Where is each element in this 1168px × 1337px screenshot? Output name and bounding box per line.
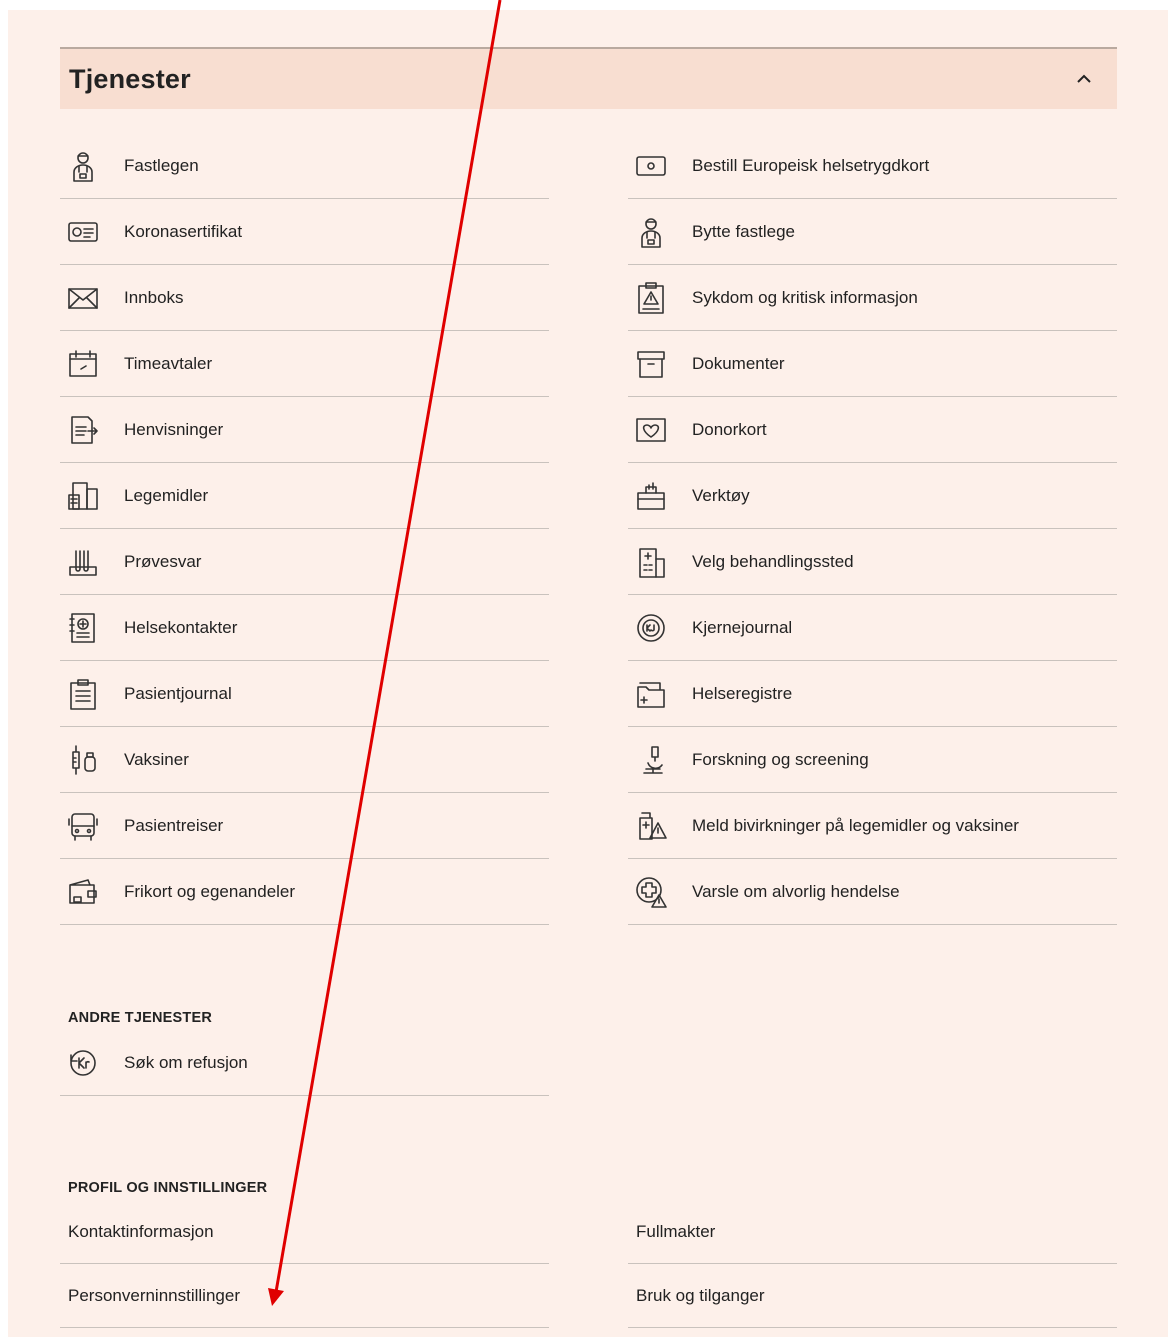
service-item[interactable]: Helseregistre bbox=[628, 661, 1117, 727]
profile-link[interactable]: Kontaktinformasjon bbox=[60, 1200, 549, 1264]
registry-folder-icon bbox=[631, 674, 671, 714]
bus-icon bbox=[63, 806, 103, 846]
service-item-label: Vaksiner bbox=[124, 749, 189, 769]
service-item[interactable]: Fastlegen bbox=[60, 133, 549, 199]
service-item[interactable]: Varsle om alvorlig hendelse bbox=[628, 859, 1117, 925]
syringe-icon bbox=[63, 740, 103, 780]
service-item-label: Henvisninger bbox=[124, 419, 224, 439]
service-item[interactable]: Forskning og screening bbox=[628, 727, 1117, 793]
service-item-label: Verktøy bbox=[692, 485, 750, 505]
profile-link[interactable]: Fullmakter bbox=[628, 1200, 1117, 1264]
service-item-label: Meld bivirkninger på legemidler og vaksi… bbox=[692, 815, 1019, 835]
services-list-left: Fastlegen Koronasertifikat Innboks Timeavta… bbox=[60, 133, 549, 925]
service-item-label: Koronasertifikat bbox=[124, 221, 243, 241]
service-item-label: Fastlegen bbox=[124, 155, 199, 175]
service-item[interactable]: Sykdom og kritisk informasjon bbox=[628, 265, 1117, 331]
microscope-icon bbox=[631, 740, 671, 780]
calendar-icon bbox=[63, 344, 103, 384]
service-item[interactable]: Bytte fastlege bbox=[628, 199, 1117, 265]
service-item-label: Kjernejournal bbox=[692, 617, 793, 637]
service-item-label: Dokumenter bbox=[692, 353, 785, 373]
envelope-icon bbox=[63, 278, 103, 318]
profile-link[interactable]: Personverninnstillinger bbox=[60, 1264, 549, 1328]
service-item-label: Bestill Europeisk helsetrygdkort bbox=[692, 155, 930, 175]
service-item[interactable]: Donorkort bbox=[628, 397, 1117, 463]
service-item[interactable]: Henvisninger bbox=[60, 397, 549, 463]
service-item-label: Frikort og egenandeler bbox=[124, 881, 296, 901]
service-item[interactable]: Koronasertifikat bbox=[60, 199, 549, 265]
medicine-icon bbox=[63, 476, 103, 516]
service-item-label: Sykdom og kritisk informasjon bbox=[692, 287, 918, 307]
doctor-icon bbox=[631, 212, 671, 252]
service-item[interactable]: Innboks bbox=[60, 265, 549, 331]
service-item-label: Forskning og screening bbox=[692, 749, 869, 769]
profile-heading: PROFIL OG INNSTILLINGER bbox=[68, 1180, 268, 1196]
other-services-heading: ANDRE TJENESTER bbox=[68, 1010, 212, 1026]
service-item-label: Velg behandlingssted bbox=[692, 551, 854, 571]
service-item[interactable]: Kjernejournal bbox=[628, 595, 1117, 661]
service-item[interactable]: Frikort og egenandeler bbox=[60, 859, 549, 925]
service-item[interactable]: Meld bivirkninger på legemidler og vaksi… bbox=[628, 793, 1117, 859]
service-item[interactable]: Pasientreiser bbox=[60, 793, 549, 859]
service-item[interactable]: Bestill Europeisk helsetrygdkort bbox=[628, 133, 1117, 199]
service-item[interactable]: Prøvesvar bbox=[60, 529, 549, 595]
chevron-up-icon[interactable] bbox=[1073, 68, 1095, 90]
service-item[interactable]: Helsekontakter bbox=[60, 595, 549, 661]
test-tubes-icon bbox=[63, 542, 103, 582]
service-item[interactable]: Verktøy bbox=[628, 463, 1117, 529]
service-item-label: Innboks bbox=[124, 287, 184, 307]
archive-box-icon bbox=[631, 344, 671, 384]
service-item-label: Prøvesvar bbox=[124, 551, 202, 571]
service-item-label: Helseregistre bbox=[692, 683, 793, 703]
profile-link[interactable]: Bruk og tilganger bbox=[628, 1264, 1117, 1328]
warning-clipboard-icon bbox=[631, 278, 671, 318]
wallet-icon bbox=[63, 872, 103, 912]
hospital-icon bbox=[631, 542, 671, 582]
core-journal-icon bbox=[631, 608, 671, 648]
service-item-label: Pasientjournal bbox=[124, 683, 232, 703]
donor-card-icon bbox=[631, 410, 671, 450]
toolbox-icon bbox=[631, 476, 671, 516]
service-item-label: Legemidler bbox=[124, 485, 209, 505]
services-list-right: Bestill Europeisk helsetrygdkort Bytte fa… bbox=[628, 133, 1117, 925]
service-item[interactable]: Pasientjournal bbox=[60, 661, 549, 727]
service-item[interactable]: Timeavtaler bbox=[60, 331, 549, 397]
service-item-label: Timeavtaler bbox=[124, 353, 213, 373]
profile-list-right: Fullmakter Bruk og tilganger bbox=[628, 1200, 1117, 1328]
doctor-icon bbox=[63, 146, 103, 186]
services-header[interactable]: Tjenester bbox=[60, 47, 1117, 109]
alert-cross-icon bbox=[631, 872, 671, 912]
service-item-label: Bytte fastlege bbox=[692, 221, 796, 241]
section-title: Tjenester bbox=[69, 63, 191, 94]
other-services-list: Søk om refusjon bbox=[60, 1030, 549, 1096]
refund-icon bbox=[63, 1043, 103, 1083]
other-service-item[interactable]: Søk om refusjon bbox=[60, 1030, 549, 1096]
referral-icon bbox=[63, 410, 103, 450]
contacts-icon bbox=[63, 608, 103, 648]
service-item-label: Donorkort bbox=[692, 419, 767, 439]
service-item[interactable]: Velg behandlingssted bbox=[628, 529, 1117, 595]
other-service-item-label: Søk om refusjon bbox=[124, 1052, 248, 1072]
service-item[interactable]: Legemidler bbox=[60, 463, 549, 529]
service-item[interactable]: Vaksiner bbox=[60, 727, 549, 793]
card-icon bbox=[631, 146, 671, 186]
certificate-icon bbox=[63, 212, 103, 252]
profile-list-left: Kontaktinformasjon Personverninnstillinge… bbox=[60, 1200, 549, 1328]
service-item-label: Varsle om alvorlig hendelse bbox=[692, 881, 900, 901]
service-item-label: Helsekontakter bbox=[124, 617, 238, 637]
service-item[interactable]: Dokumenter bbox=[628, 331, 1117, 397]
clipboard-icon bbox=[63, 674, 103, 714]
service-item-label: Pasientreiser bbox=[124, 815, 224, 835]
side-effect-icon bbox=[631, 806, 671, 846]
